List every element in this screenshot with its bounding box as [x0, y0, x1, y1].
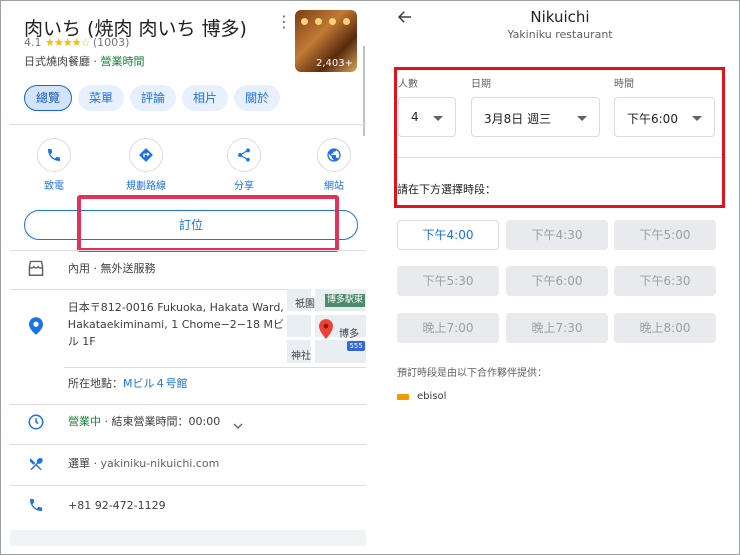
menu-url-link[interactable]: yakiniku-nikuichi.com: [101, 457, 220, 470]
directions-label: 規劃路線: [126, 181, 166, 192]
restaurant-type: Yakiniku restaurant: [507, 28, 613, 41]
call-button[interactable]: 致電: [24, 138, 84, 192]
call-label: 致電: [44, 181, 64, 192]
place-category: 日式燒肉餐廳: [24, 55, 90, 68]
divider: [10, 124, 366, 125]
rating-value: 4.1: [24, 36, 42, 49]
share-icon: [238, 148, 250, 162]
time-slot: 下午4:30: [506, 220, 608, 250]
bottom-bar: [10, 530, 366, 546]
restaurant-name: Nikuichi: [530, 8, 590, 26]
phone-icon: [30, 499, 42, 511]
divider: [10, 444, 366, 445]
partner-logo-icon: [397, 393, 409, 400]
location-pin-icon: [28, 317, 43, 335]
time-slot: 晚上8:00: [614, 313, 716, 343]
time-slot: 下午6:30: [614, 266, 716, 296]
open-hours-link[interactable]: 營業時間: [101, 55, 145, 68]
map-station-tag: 博多駅東: [325, 294, 365, 307]
more-options-icon[interactable]: ⋮: [276, 12, 292, 31]
divider: [10, 404, 366, 405]
share-button[interactable]: 分享: [214, 138, 274, 192]
website-label: 網站: [324, 181, 344, 192]
service-options-text: 內用 · 無外送服務: [68, 262, 156, 275]
globe-icon: [327, 148, 341, 162]
share-label: 分享: [234, 181, 254, 192]
hours-open-status: 營業中: [68, 415, 101, 428]
map-label: 博多: [339, 329, 359, 340]
lamp-shape: [301, 18, 308, 25]
map-label: 神社: [291, 351, 311, 362]
place-tabs: 總覽 菜單 評論 相片 關於: [24, 85, 281, 111]
map-label: 祇園: [295, 299, 315, 310]
lamp-shape: [315, 18, 322, 25]
located-in-link[interactable]: Mビル４号館: [123, 377, 188, 390]
map-thumbnail[interactable]: 祇園 博多駅東 博多 神社 555: [287, 289, 366, 363]
located-in-label: 所在地點：: [68, 377, 123, 390]
provided-by-text: 預訂時段是由以下合作夥伴提供：: [397, 368, 547, 379]
highlight-box-reservation-fields: [394, 67, 725, 208]
hours-closing-text: · 結束營業時間：00:00: [101, 415, 221, 428]
divider: [64, 367, 366, 368]
chevron-down-icon[interactable]: [232, 420, 244, 432]
photo-count: 2,403+: [315, 58, 353, 69]
lamp-shape: [329, 18, 336, 25]
rating-stars-icon: ★★★★☆: [45, 36, 90, 49]
place-photo-thumbnail[interactable]: 2,403+: [295, 10, 357, 72]
divider: [10, 250, 366, 251]
address-text: 日本〒812-0016 Fukuoka, Hakata Ward, Hakata…: [67, 301, 284, 348]
menu-label: 選單 ·: [68, 457, 101, 470]
time-slot[interactable]: 下午4:00: [397, 220, 499, 250]
time-slot: 下午6:00: [506, 266, 608, 296]
place-details-panel: 肉いち (焼肉 肉いち 博多) ⋮ 4.1 ★★★★☆ (1003) 日式燒肉餐…: [10, 6, 366, 546]
clock-icon: [28, 414, 44, 430]
partner-row[interactable]: ebisol: [397, 391, 446, 402]
action-buttons-row: 致電 規劃路線 分享 網站: [24, 138, 364, 194]
tab-reviews[interactable]: 評論: [130, 85, 177, 111]
tab-about[interactable]: 關於: [234, 85, 281, 111]
located-in-row: 所在地點：Mビル４号館: [68, 375, 188, 392]
time-slot: 晚上7:00: [397, 313, 499, 343]
separator-dot: ·: [90, 55, 101, 68]
tab-overview[interactable]: 總覽: [24, 85, 73, 111]
time-slot: 下午5:00: [614, 220, 716, 250]
restaurant-icon: [29, 457, 43, 471]
address-row[interactable]: 日本〒812-0016 Fukuoka, Hakata Ward, Hakata…: [24, 299, 286, 350]
website-button[interactable]: 網站: [304, 138, 364, 192]
menu-row[interactable]: 選單 · yakiniku-nikuichi.com: [24, 455, 219, 473]
map-road-number: 555: [347, 341, 365, 351]
divider: [10, 485, 366, 486]
lamp-shape: [343, 18, 350, 25]
time-slot: 晚上7:30: [506, 313, 608, 343]
phone-icon: [48, 149, 60, 161]
reservation-panel: Nikuichi Yakiniku restaurant 人數 日期 時間 4 …: [380, 0, 740, 555]
directions-icon: [139, 148, 153, 162]
time-slot: 下午5:30: [397, 266, 499, 296]
map-road: [287, 311, 366, 315]
storefront-icon: [28, 260, 44, 276]
directions-button[interactable]: 規劃路線: [116, 138, 176, 192]
highlight-box-book-button: [77, 195, 339, 252]
review-count[interactable]: (1003): [93, 36, 130, 49]
phone-row[interactable]: +81 92-472-1129: [24, 497, 166, 514]
tab-menu[interactable]: 菜單: [78, 85, 125, 111]
tab-photos[interactable]: 相片: [182, 85, 229, 111]
phone-number: +81 92-472-1129: [68, 499, 166, 512]
category-row: 日式燒肉餐廳 · 營業時間: [24, 53, 145, 69]
partner-name: ebisol: [417, 391, 447, 402]
hours-row[interactable]: 營業中 · 結束營業時間：00:00: [24, 413, 220, 431]
service-options-row: 內用 · 無外送服務: [24, 260, 156, 277]
scrollbar[interactable]: [363, 46, 365, 136]
rating-row: 4.1 ★★★★☆ (1003): [24, 36, 129, 49]
map-pin-icon: [319, 319, 333, 339]
